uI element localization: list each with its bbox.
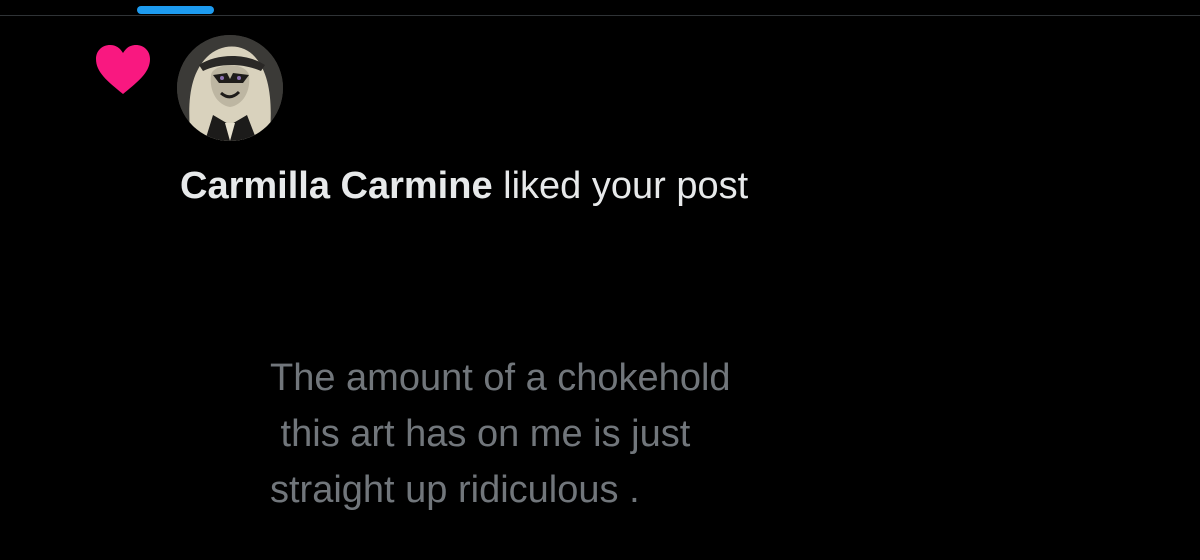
notification-text: Carmilla Carmine liked your post bbox=[180, 162, 748, 210]
post-preview-line: The amount of a chokehold bbox=[270, 357, 731, 399]
top-divider bbox=[0, 15, 1200, 16]
action-text: liked your post bbox=[492, 165, 749, 207]
post-preview[interactable]: The amount of a chokehold this art has o… bbox=[270, 350, 890, 518]
active-tab-indicator bbox=[137, 6, 214, 14]
post-preview-line: this art has on me is just bbox=[270, 413, 691, 455]
user-avatar[interactable] bbox=[177, 35, 283, 141]
username-link[interactable]: Carmilla Carmine bbox=[180, 165, 493, 207]
heart-icon bbox=[94, 44, 152, 96]
post-preview-line: straight up ridiculous . bbox=[270, 469, 640, 511]
